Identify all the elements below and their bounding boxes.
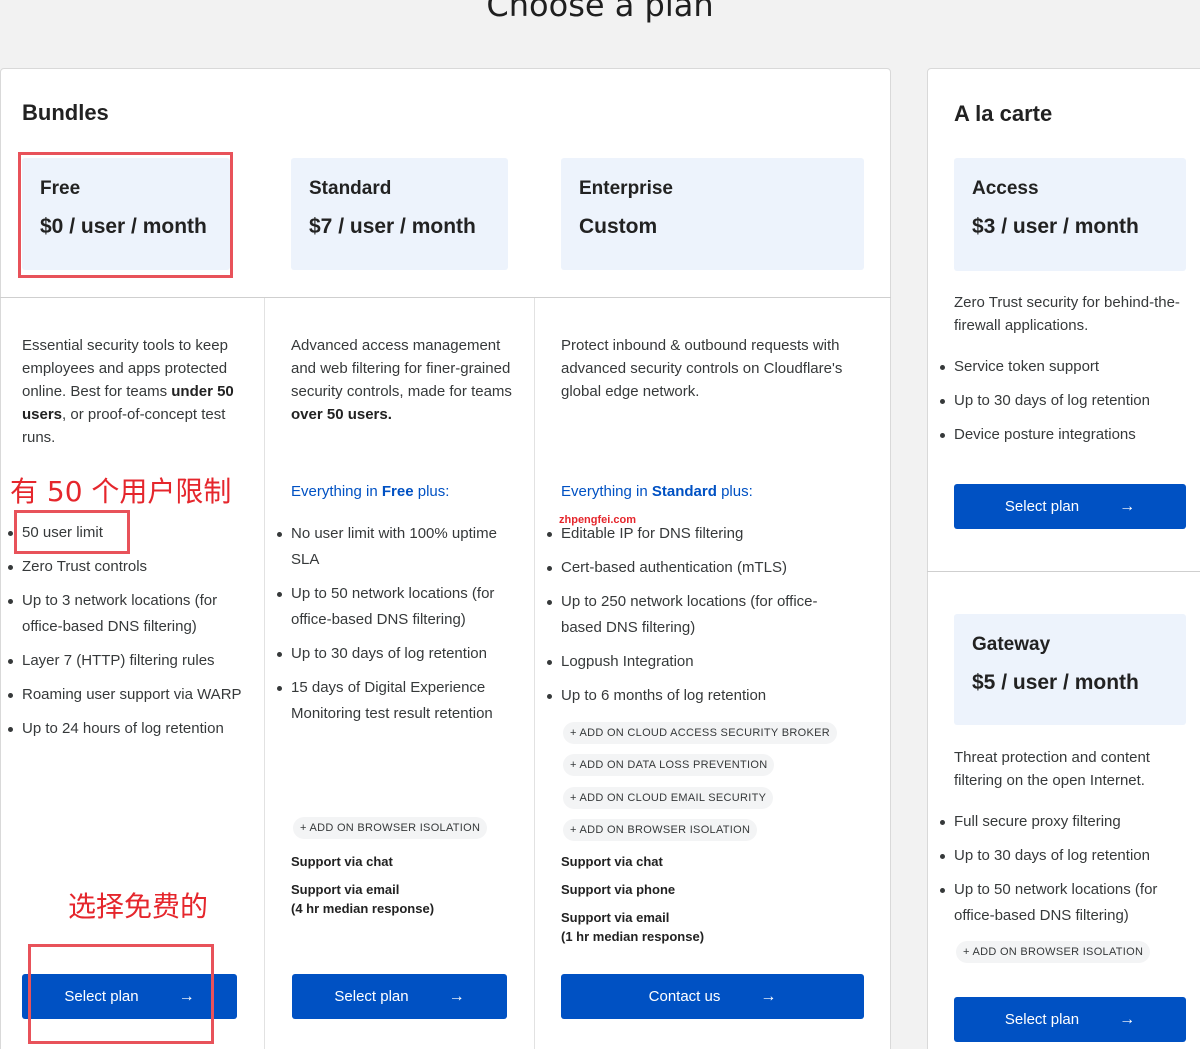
arrow-right-icon: → bbox=[1119, 497, 1136, 515]
support-line: Support via email (1 hr median response) bbox=[561, 910, 705, 944]
annotation-box-user-limit bbox=[14, 510, 130, 554]
feature-item: Cert-based authentication (mTLS) bbox=[547, 555, 851, 581]
gateway-feature-list: Full secure proxy filtering Up to 30 day… bbox=[940, 809, 1189, 937]
enterprise-plan-price: Custom bbox=[579, 215, 658, 238]
feature-item: Layer 7 (HTTP) filtering rules bbox=[8, 648, 242, 674]
gateway-select-plan-button[interactable]: Select plan → bbox=[954, 997, 1186, 1042]
feature-item: Up to 24 hours of log retention bbox=[8, 716, 242, 742]
support-line: Support via chat bbox=[291, 854, 393, 869]
support-line: Support via phone bbox=[561, 882, 676, 897]
standard-everything-in: Everything in Free plus: bbox=[291, 483, 450, 500]
alacarte-divider bbox=[927, 571, 1200, 572]
feature-item: Roaming user support via WARP bbox=[8, 682, 242, 708]
bundles-title: Bundles bbox=[22, 100, 109, 125]
standard-plan-price: $7 / user / month bbox=[309, 215, 476, 238]
feature-item: Up to 6 months of log retention bbox=[547, 683, 851, 709]
arrow-right-icon: → bbox=[760, 987, 777, 1005]
feature-item: Up to 30 days of log retention bbox=[940, 388, 1189, 414]
addon-badge[interactable]: + ADD ON CLOUD EMAIL SECURITY bbox=[563, 787, 774, 809]
enterprise-plan-description: Protect inbound & outbound requests with… bbox=[561, 337, 843, 400]
free-feature-list: 50 user limit Zero Trust controls Up to … bbox=[8, 520, 242, 750]
feature-item: Up to 30 days of log retention bbox=[277, 641, 516, 667]
enterprise-feature-list: Editable IP for DNS filtering Cert-based… bbox=[547, 521, 851, 717]
feature-item: Full secure proxy filtering bbox=[940, 809, 1189, 835]
feature-item: No user limit with 100% uptime SLA bbox=[277, 521, 516, 573]
gateway-plan-price: $5 / user / month bbox=[972, 671, 1139, 694]
gateway-plan-description: Threat protection and content filtering … bbox=[954, 749, 1150, 789]
access-plan-description: Zero Trust security for behind-the-firew… bbox=[954, 294, 1180, 334]
standard-select-plan-button[interactable]: Select plan → bbox=[292, 974, 507, 1019]
feature-item: Up to 50 network locations (for office-b… bbox=[940, 877, 1189, 929]
access-plan-price: $3 / user / month bbox=[972, 215, 1139, 238]
annotation-box-free-card bbox=[18, 152, 233, 278]
support-line: Support via email (4 hr median response) bbox=[291, 882, 435, 916]
watermark: zhpengfei.com bbox=[559, 514, 637, 526]
access-plan-name: Access bbox=[972, 178, 1039, 199]
access-feature-list: Service token support Up to 30 days of l… bbox=[940, 354, 1189, 456]
contact-us-button[interactable]: Contact us → bbox=[561, 974, 864, 1019]
feature-item: Device posture integrations bbox=[940, 422, 1189, 448]
addon-badge[interactable]: + ADD ON BROWSER ISOLATION bbox=[956, 941, 1151, 963]
arrow-right-icon: → bbox=[1119, 1010, 1136, 1028]
gateway-plan-name: Gateway bbox=[972, 634, 1051, 655]
access-select-plan-button[interactable]: Select plan → bbox=[954, 484, 1186, 529]
enterprise-everything-in: Everything in Standard plus: bbox=[561, 483, 753, 500]
feature-item: Service token support bbox=[940, 354, 1189, 380]
addon-badge[interactable]: + ADD ON BROWSER ISOLATION bbox=[293, 817, 488, 839]
standard-plan-name: Standard bbox=[309, 178, 392, 199]
standard-price-card: Standard $7 / user / month bbox=[291, 158, 508, 270]
feature-item: Logpush Integration bbox=[547, 649, 851, 675]
annotation-user-limit-note: 有 50 个用户限制 bbox=[10, 475, 232, 508]
addon-badge[interactable]: + ADD ON CLOUD ACCESS SECURITY BROKER bbox=[563, 722, 837, 744]
column-divider bbox=[534, 298, 535, 1049]
support-line: Support via chat bbox=[561, 854, 663, 869]
feature-item: Up to 3 network locations (for office-ba… bbox=[8, 588, 242, 640]
arrow-right-icon: → bbox=[448, 987, 465, 1005]
addon-badge[interactable]: + ADD ON DATA LOSS PREVENTION bbox=[563, 754, 775, 776]
annotation-select-free-note: 选择免费的 bbox=[68, 890, 209, 923]
standard-plan-description: Advanced access management and web filte… bbox=[291, 337, 512, 423]
bundles-divider bbox=[0, 297, 891, 298]
feature-item: Up to 250 network locations (for office-… bbox=[547, 589, 851, 641]
annotation-box-select-button bbox=[28, 944, 214, 1044]
page-title: Choose a plan bbox=[486, 0, 714, 24]
feature-item: 15 days of Digital Experience Monitoring… bbox=[277, 675, 516, 727]
enterprise-price-card: Enterprise Custom bbox=[561, 158, 864, 270]
feature-item: Up to 30 days of log retention bbox=[940, 843, 1189, 869]
access-price-card: Access $3 / user / month bbox=[954, 158, 1186, 271]
enterprise-plan-name: Enterprise bbox=[579, 178, 673, 199]
free-plan-description: Essential security tools to keep employe… bbox=[22, 337, 234, 446]
standard-feature-list: No user limit with 100% uptime SLA Up to… bbox=[277, 521, 516, 735]
addon-badge[interactable]: + ADD ON BROWSER ISOLATION bbox=[563, 819, 758, 841]
feature-item: Up to 50 network locations (for office-b… bbox=[277, 581, 516, 633]
alacarte-title: A la carte bbox=[954, 101, 1053, 126]
feature-item: Zero Trust controls bbox=[8, 554, 242, 580]
gateway-price-card: Gateway $5 / user / month bbox=[954, 614, 1186, 725]
column-divider bbox=[264, 298, 265, 1049]
